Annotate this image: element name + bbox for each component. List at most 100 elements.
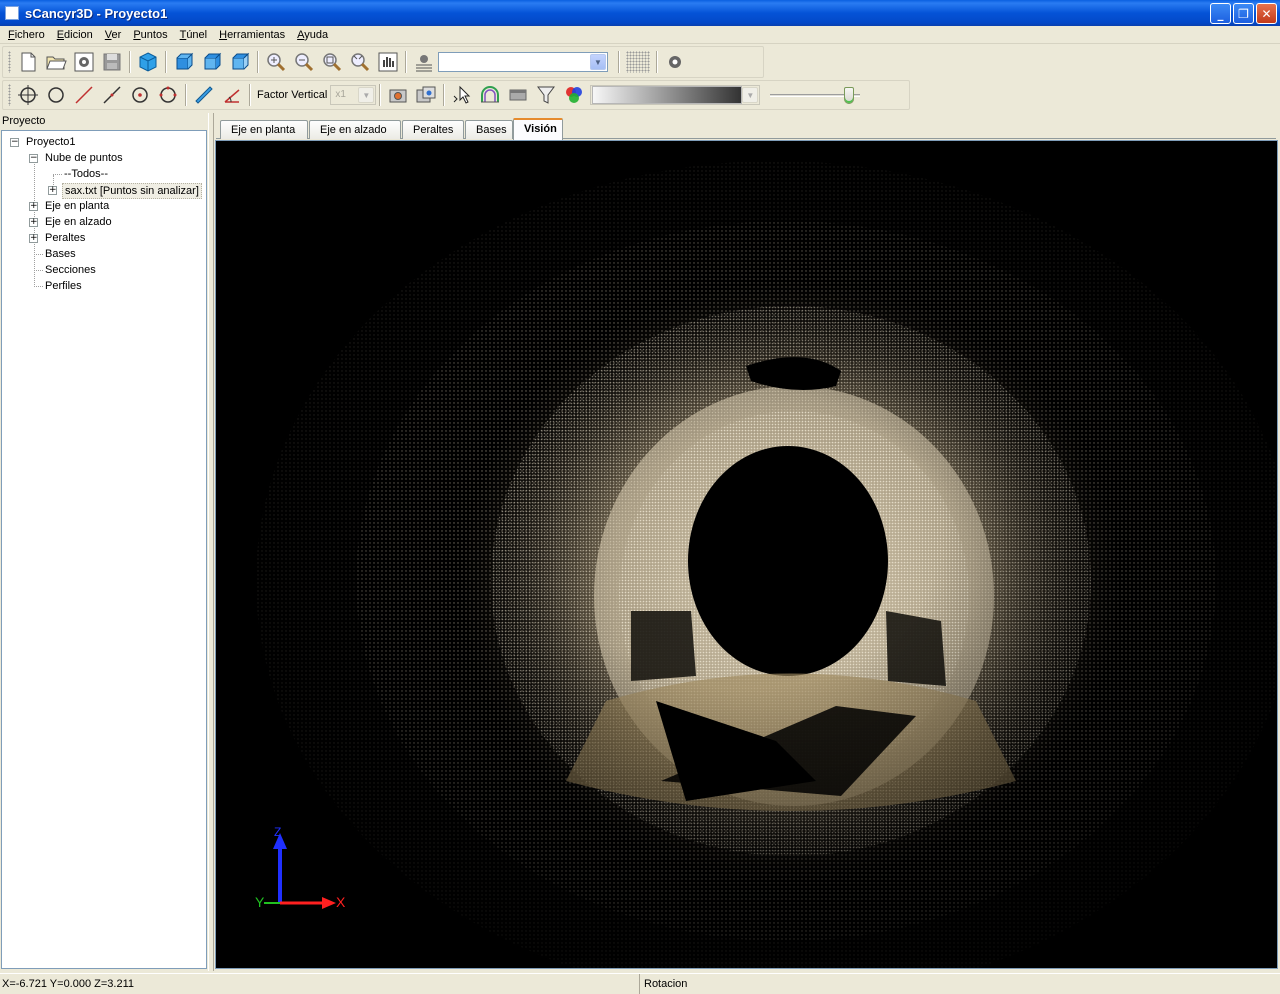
line-icon xyxy=(75,86,93,104)
menu-ver[interactable]: Ver xyxy=(99,29,128,41)
tunnel-section-button[interactable] xyxy=(476,82,504,108)
axis-label-x: X xyxy=(336,894,346,910)
expand-icon[interactable]: + xyxy=(29,202,38,211)
crosshair-tool-button[interactable] xyxy=(14,82,42,108)
color-mode-button[interactable] xyxy=(560,82,588,108)
zoom-in-button[interactable] xyxy=(262,49,290,75)
tree-item-label: Proyecto1 xyxy=(26,136,76,148)
gear-icon xyxy=(74,52,94,72)
filter-button[interactable] xyxy=(532,82,560,108)
crosshair-icon xyxy=(18,85,38,105)
circle-3points-tool-button[interactable] xyxy=(154,82,182,108)
tab-eje-en-planta[interactable]: Eje en planta xyxy=(220,120,308,139)
project-tree: − Proyecto1 − Nube de puntos --Todos-- +… xyxy=(1,130,207,969)
tab-vision[interactable]: Visión xyxy=(513,118,563,140)
tree-item-label: Secciones xyxy=(45,264,96,276)
view-side-button[interactable] xyxy=(198,49,226,75)
view-select[interactable]: ▼ xyxy=(438,52,608,72)
menu-ayuda[interactable]: Ayuda xyxy=(291,29,334,41)
toolbar-separator xyxy=(405,51,407,73)
tree-item-label: --Todos-- xyxy=(64,168,109,180)
main-toolbar: ▼ xyxy=(2,46,764,78)
expand-icon[interactable]: + xyxy=(48,186,57,195)
center-point-tool-button[interactable] xyxy=(126,82,154,108)
panel-splitter[interactable] xyxy=(208,113,214,971)
snapshot-button[interactable] xyxy=(384,82,412,108)
toolbar-separator xyxy=(185,84,187,106)
axis-gizmo: Z X Y xyxy=(252,825,352,921)
segment-tool-button[interactable] xyxy=(98,82,126,108)
collapse-icon[interactable]: − xyxy=(10,138,19,147)
tree-item-eje-planta[interactable]: + Eje en planta xyxy=(2,198,206,214)
line-tool-button[interactable] xyxy=(70,82,98,108)
gear-icon xyxy=(669,56,681,68)
status-coordinates: X=-6.721 Y=0.000 Z=3.211 xyxy=(0,974,640,994)
zoom-extents-button[interactable] xyxy=(346,49,374,75)
menu-tunel[interactable]: Túnel xyxy=(174,29,214,41)
maximize-button[interactable]: ❐ xyxy=(1233,3,1254,24)
tree-item-label: Eje en planta xyxy=(45,200,110,212)
point-size-slider[interactable] xyxy=(770,84,861,106)
toolbar-dots xyxy=(626,51,650,73)
circle-tool-button[interactable] xyxy=(42,82,70,108)
tree-item-file[interactable]: + sax.txt [Puntos sin analizar] xyxy=(2,182,206,199)
factor-vertical-select[interactable]: x1 ▼ xyxy=(330,85,377,105)
view-top-button[interactable] xyxy=(226,49,254,75)
export-image-button[interactable] xyxy=(412,82,440,108)
save-button[interactable] xyxy=(98,49,126,75)
factor-vertical-label: Factor Vertical xyxy=(257,89,328,101)
settings-button[interactable] xyxy=(70,49,98,75)
angle-tool-button[interactable] xyxy=(218,82,246,108)
tree-item-peraltes[interactable]: + Peraltes xyxy=(2,230,206,246)
tab-eje-en-alzado[interactable]: Eje en alzado xyxy=(309,120,401,139)
measure-tool-button[interactable] xyxy=(190,82,218,108)
open-file-button[interactable] xyxy=(42,49,70,75)
tree-item-bases[interactable]: Bases xyxy=(2,246,206,262)
tree-item-label: Nube de puntos xyxy=(45,152,123,164)
close-button[interactable]: ✕ xyxy=(1256,3,1277,24)
pan-button[interactable] xyxy=(374,49,402,75)
tree-item-point-cloud[interactable]: − Nube de puntos xyxy=(2,150,206,166)
hand-pan-icon xyxy=(378,52,398,72)
axis-label-z: Z xyxy=(274,825,282,839)
expand-icon[interactable]: + xyxy=(29,234,38,243)
minimize-button[interactable]: _ xyxy=(1210,3,1231,24)
tab-peraltes[interactable]: Peraltes xyxy=(402,120,464,139)
tree-item-secciones[interactable]: Secciones xyxy=(2,262,206,278)
toolbar-separator xyxy=(443,84,446,106)
view-front-button[interactable] xyxy=(170,49,198,75)
point-cloud-viewport[interactable]: Z X Y xyxy=(215,140,1278,969)
menu-herramientas[interactable]: Herramientas xyxy=(213,29,291,41)
tree-item-root[interactable]: − Proyecto1 xyxy=(2,134,206,150)
select-points-button[interactable] xyxy=(448,82,476,108)
toolbar-grip[interactable] xyxy=(8,51,11,73)
toolbar-grip[interactable] xyxy=(8,84,11,106)
tree-item-eje-alzado[interactable]: + Eje en alzado xyxy=(2,214,206,230)
layer-settings-button[interactable] xyxy=(410,49,438,75)
toolbar-separator xyxy=(257,51,259,73)
panel-button[interactable] xyxy=(504,82,532,108)
rgb-circles-icon xyxy=(566,87,583,103)
collapse-icon[interactable]: − xyxy=(29,154,38,163)
menu-puntos[interactable]: Puntos xyxy=(127,29,173,41)
new-file-icon xyxy=(21,52,36,72)
new-file-button[interactable] xyxy=(14,49,42,75)
color-ramp-select[interactable]: ▼ xyxy=(590,85,761,105)
menu-edicion[interactable]: Edicion xyxy=(51,29,99,41)
draw-toolbar: Factor Vertical x1 ▼ ▼ xyxy=(2,80,910,110)
zoom-window-button[interactable] xyxy=(318,49,346,75)
cube-iso-icon xyxy=(139,52,157,72)
view-3d-button[interactable] xyxy=(134,49,162,75)
cube-front-icon xyxy=(176,52,194,70)
expand-icon[interactable]: + xyxy=(29,218,38,227)
zoom-out-button[interactable] xyxy=(290,49,318,75)
title-bar: sCancyr3D - Proyecto1 _ ❐ ✕ xyxy=(0,0,1280,26)
tree-item-perfiles[interactable]: Perfiles xyxy=(2,278,206,294)
options-button[interactable] xyxy=(661,49,689,75)
window-title: sCancyr3D - Proyecto1 xyxy=(25,5,168,21)
zoom-extents-icon xyxy=(351,53,370,72)
tab-bases[interactable]: Bases xyxy=(465,120,513,139)
menu-fichero[interactable]: Fichero xyxy=(2,29,51,41)
tree-item-all[interactable]: --Todos-- xyxy=(2,166,206,182)
slider-thumb[interactable] xyxy=(844,87,855,104)
